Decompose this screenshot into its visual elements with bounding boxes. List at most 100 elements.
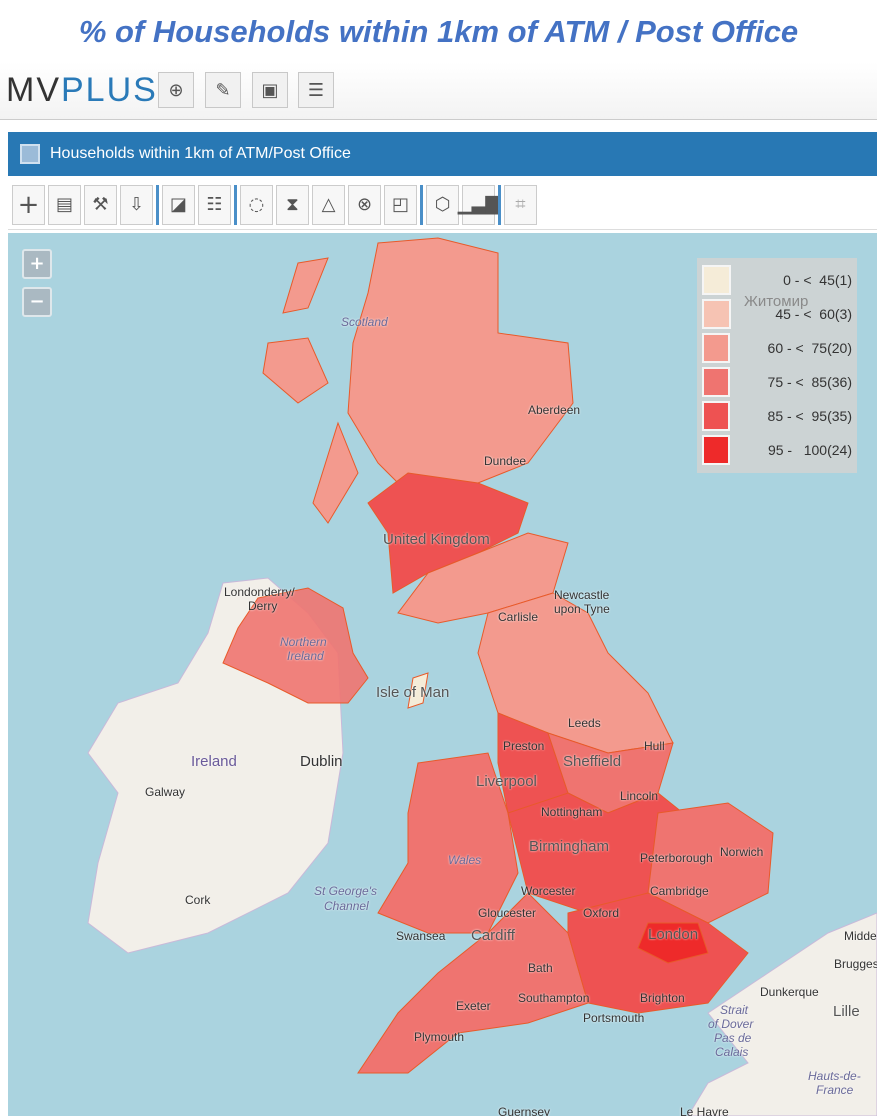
zoom-out-button[interactable]: − (22, 287, 52, 317)
time-filter-button[interactable]: ⧗ (276, 184, 309, 225)
hexbin-button[interactable]: ⬡ (426, 184, 459, 225)
print-button[interactable]: ▣ (252, 72, 288, 108)
legend-swatch (702, 265, 732, 295)
map-label: Wales (448, 853, 482, 867)
map-label: Preston (503, 739, 545, 753)
map-label: Portsmouth (583, 1011, 645, 1025)
map-label: Guernsey (498, 1105, 551, 1116)
map-label: Lincoln (620, 789, 659, 803)
legend-range: 95 - 100 (767, 442, 828, 458)
divider (420, 184, 423, 225)
download-icon: ⇩ (128, 194, 145, 215)
edit-button[interactable]: ✎ (205, 72, 241, 108)
map-label: Birmingham (529, 838, 610, 855)
map-label: Sheffield (563, 753, 622, 770)
bar-chart-button[interactable]: ▁▃▇ (458, 184, 499, 225)
legend-item: 60 - < 75 (20) (702, 331, 852, 365)
map-label: Dundee (484, 454, 527, 468)
legend-item: 75 - < 85 (36) (702, 365, 852, 399)
legend-range: 0 - < 45 (783, 272, 835, 288)
map-label: Plymouth (414, 1030, 465, 1044)
edit-layer-button[interactable]: ◪ (162, 184, 195, 225)
app-header: MVPLUS ⊕ ✎ ▣ ☰ (0, 62, 877, 120)
wrench-icon: ⚒ (92, 194, 109, 215)
map-label: Liverpool (476, 773, 537, 790)
map-label: Hull (644, 739, 665, 753)
bar-chart-icon: ▁▃▇ (457, 194, 500, 215)
plus-icon: + (17, 189, 40, 220)
save-button[interactable]: ▤ (48, 184, 81, 225)
crop-button[interactable]: ⌗ (504, 184, 537, 225)
divider (498, 184, 501, 225)
clear-selection-icon: ⊗ (356, 194, 373, 215)
panel-icon (20, 144, 40, 164)
legend-count: (24) (827, 442, 852, 458)
map-label: Derry (248, 599, 278, 613)
frame-button[interactable]: ◰ (384, 184, 417, 225)
legend-count: (20) (827, 340, 852, 356)
map-label: Galway (145, 785, 186, 799)
add-button[interactable]: + (12, 184, 45, 225)
map-label: Strait (720, 1003, 749, 1017)
map-label: Swansea (396, 929, 446, 943)
divider (234, 184, 237, 225)
map-legend: 0 - < 45 (1) 45 - < 60 (3) 60 - < 75 (20) 75 -… (697, 258, 857, 473)
legend-swatch (702, 435, 730, 465)
map-label: France (816, 1083, 854, 1097)
map-label: Channel (324, 899, 369, 913)
map-label: Gloucester (478, 906, 537, 920)
panel-title: Households within 1km of ATM/Post Office (50, 145, 351, 162)
legend-swatch (702, 367, 730, 397)
map-label: Cambridge (650, 884, 709, 898)
map-label: London (648, 926, 699, 943)
upload-button[interactable]: ⊕ (158, 72, 194, 108)
logo: MVPLUS (6, 71, 158, 109)
crop-icon: ⌗ (515, 194, 526, 215)
map-label: Londonderry/ (224, 585, 295, 599)
filter-button[interactable]: ◌ (240, 184, 273, 225)
edit-layer-icon: ◪ (169, 194, 187, 215)
settings-button[interactable]: ⚒ (84, 184, 117, 225)
map-label: Oxford (583, 906, 620, 920)
map-label: Dunkerque (760, 985, 819, 999)
add-field-button[interactable]: ☷ (198, 184, 231, 225)
map-label: Carlisle (498, 610, 539, 624)
legend-item: 95 - 100 (24) (702, 433, 852, 467)
legend-range: 85 - < 95 (767, 408, 828, 424)
map-label: Calais (715, 1045, 749, 1059)
road-filter-button[interactable]: △ (312, 184, 345, 225)
map-label: Hauts-de- (808, 1069, 861, 1083)
map-label: of Dover (708, 1017, 754, 1031)
map-label: upon Tyne (554, 602, 610, 616)
zoom-in-button[interactable]: + (22, 249, 52, 279)
map-view[interactable]: + − Scotland Aberdeen Dundee United King… (8, 233, 877, 1116)
map-label: Northern (280, 635, 327, 649)
map-label: Midde (844, 929, 877, 943)
hexbin-icon: ⬡ (434, 194, 451, 215)
legend-item: 85 - < 95 (35) (702, 399, 852, 433)
list-button[interactable]: ☰ (298, 72, 334, 108)
save-icon: ▤ (55, 194, 73, 215)
list-icon: ☰ (307, 79, 325, 101)
map-label: Dublin (300, 753, 343, 770)
filter-icon: ◌ (248, 194, 265, 215)
map-label: Isle of Man (376, 684, 450, 701)
map-label: Peterborough (640, 851, 713, 865)
map-label: Aberdeen (528, 403, 581, 417)
legend-swatch (702, 333, 730, 363)
legend-count: (35) (827, 408, 852, 424)
map-label: Pas de (714, 1031, 752, 1045)
map-label: Leeds (568, 716, 601, 730)
add-field-icon: ☷ (206, 194, 223, 215)
map-label: Bath (528, 961, 553, 975)
map-label: Cork (185, 893, 211, 907)
clear-selection-button[interactable]: ⊗ (348, 184, 381, 225)
download-button[interactable]: ⇩ (120, 184, 153, 225)
map-label: Le Havre (680, 1105, 729, 1116)
map-label: Southampton (518, 991, 590, 1005)
map-label: Norwich (720, 845, 764, 859)
upload-icon: ⊕ (168, 79, 184, 101)
legend-range: 60 - < 75 (767, 340, 828, 356)
legend-range: 75 - < 85 (767, 374, 828, 390)
legend-swatch (702, 401, 730, 431)
